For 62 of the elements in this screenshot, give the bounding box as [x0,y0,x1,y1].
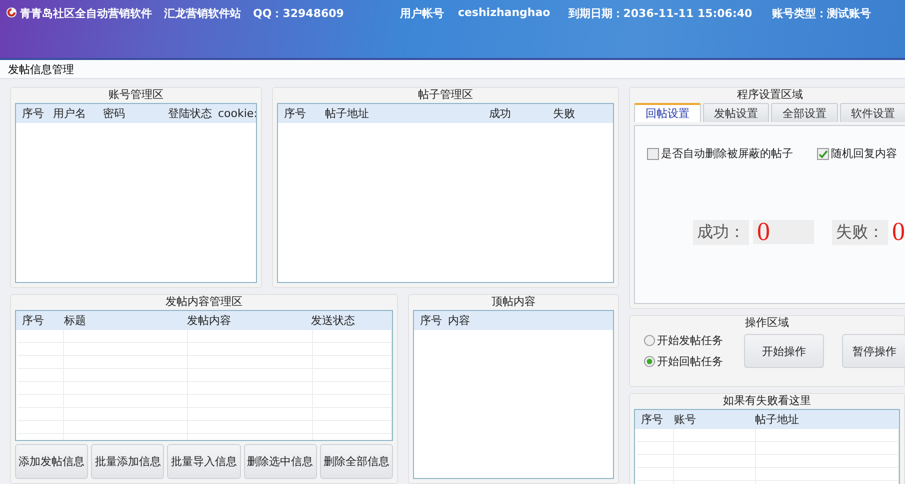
app-name: 青青岛社区全自动营销软件 [20,6,152,21]
column-header[interactable]: 登陆状态 [168,106,218,121]
success-label: 成功： [693,220,749,244]
column-header[interactable]: 序号 [284,106,325,121]
page-tab[interactable]: 发帖信息管理 [8,62,74,76]
qq-number: QQ：32948609 [253,6,344,21]
action-button[interactable]: 添加发帖信息 [15,444,88,479]
column-header[interactable]: 内容 [448,313,613,328]
column-header[interactable]: 帖子地址 [755,412,899,427]
group-title: 帖子管理区 [418,88,473,101]
group-title: 发帖内容管理区 [166,295,242,308]
fail-count: 0 [892,219,905,245]
checkbox-label: 是否自动删除被屏蔽的帖子 [661,146,793,161]
list-view[interactable]: 序号 账号 帖子地址 [634,409,900,484]
group-title: 顶帖内容 [492,295,536,308]
user-label: 用户帐号 [400,6,444,21]
column-header[interactable]: 序号 [22,106,53,121]
column-header[interactable]: 帖子地址 [325,106,489,121]
checkbox-label: 随机回复内容 [831,146,897,161]
column-header[interactable]: 发帖内容 [187,313,311,328]
account-type: 账号类型：测试账号 [772,6,872,21]
settings-tab[interactable]: 回帖设置 [634,103,700,122]
column-header[interactable]: 序号 [641,412,674,427]
group-title: 程序设置区域 [737,88,803,101]
radio-label: 开始回帖任务 [657,354,723,369]
group-title: 操作区域 [745,316,789,329]
radio-label: 开始发帖任务 [657,333,723,348]
checkbox[interactable] [817,148,829,160]
column-header[interactable]: 序号 [22,313,64,328]
column-header[interactable]: 账号 [674,412,755,427]
expiry-date: 到期日期：2036-11-11 15:06:40 [568,6,752,21]
fail-label: 失败： [832,220,888,244]
operation-button[interactable]: 开始操作 [744,334,824,368]
action-button[interactable]: 删除选中信息 [244,444,317,479]
radio-button[interactable] [644,356,655,367]
settings-tab[interactable]: 发帖设置 [702,103,769,122]
column-header[interactable]: cookie: [218,107,256,120]
radio-button[interactable] [644,335,655,346]
column-header[interactable]: 密码 [103,106,168,121]
group-title: 账号管理区 [108,88,164,101]
action-button[interactable]: 批量添加信息 [91,444,164,479]
success-count: 0 [757,219,770,245]
site-name: 汇龙营销软件站 [164,6,241,21]
column-header[interactable]: 用户名 [53,106,103,121]
column-header[interactable]: 失败 [553,106,613,121]
settings-tab[interactable]: 软件设置 [840,103,905,122]
list-view[interactable]: 序号 标题 发帖内容 发送状态 [15,310,393,441]
column-header[interactable]: 标题 [64,313,187,328]
group-title: 如果有失败看这里 [723,394,811,407]
action-button[interactable]: 删除全部信息 [320,444,394,479]
user-account: ceshizhanghao [458,6,550,19]
column-header[interactable]: 序号 [420,313,448,328]
list-view[interactable]: 序号 帖子地址 成功 失败 [277,103,614,284]
settings-tab[interactable]: 全部设置 [771,103,838,122]
list-view[interactable]: 序号 用户名 密码 登陆状态 cookie: [15,103,257,284]
checkbox[interactable] [647,148,659,160]
column-header[interactable]: 成功 [489,106,553,121]
operation-button[interactable]: 暂停操作 [842,334,905,368]
column-header[interactable]: 发送状态 [311,313,392,328]
list-view[interactable]: 序号 内容 [413,310,614,479]
logo-icon [6,7,17,18]
action-button[interactable]: 批量导入信息 [167,444,241,479]
